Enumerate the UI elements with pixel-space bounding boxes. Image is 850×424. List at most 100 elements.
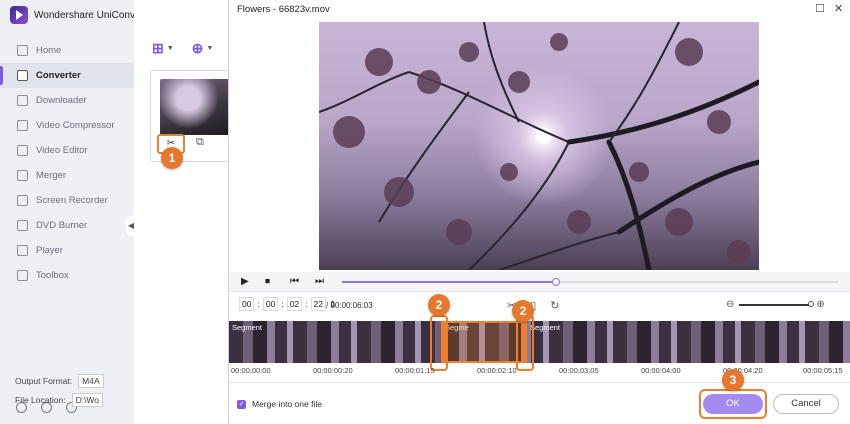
- zoom-in-icon[interactable]: ⊕: [816, 299, 824, 310]
- trim-dialog: Flowers - 66823v.mov ☐ ✕ ▶ ⏹ ⏮ ⏭ 00: 00…: [228, 0, 850, 424]
- merge-icon: [17, 170, 28, 181]
- close-icon[interactable]: ✕: [834, 2, 843, 15]
- video-thumbnail: [160, 79, 231, 135]
- add-media-icon: ⊕: [191, 40, 204, 56]
- merge-checkbox-row[interactable]: ✓ Merge into one file: [237, 399, 322, 409]
- compress-icon: [17, 120, 28, 131]
- output-format-row: Output Format: M4A: [15, 374, 104, 388]
- file-location-field[interactable]: D:\Wo: [71, 393, 104, 407]
- scissors-icon: [17, 145, 28, 156]
- playback-progress-bar[interactable]: [342, 281, 556, 283]
- zoom-out-icon[interactable]: ⊖: [726, 299, 734, 310]
- sidebar-item-label: Downloader: [36, 95, 87, 106]
- time-seconds[interactable]: 02: [286, 297, 303, 311]
- sidebar-item-label: Player: [36, 245, 63, 256]
- timeline-strip[interactable]: Segment Segme Segment: [229, 321, 850, 363]
- zoom-slider[interactable]: [739, 300, 815, 307]
- main-toolbar: ⊞ ▼ ⊕ ▼: [152, 40, 213, 57]
- crop-icon: ⧉: [196, 136, 204, 148]
- reset-icon[interactable]: ↻: [550, 299, 559, 312]
- selected-segment[interactable]: [442, 321, 526, 363]
- download-icon: [17, 95, 28, 106]
- zoom-slider-handle[interactable]: [808, 300, 815, 307]
- play-icon: [17, 245, 28, 256]
- dialog-footer: ✓ Merge into one file OK Cancel: [229, 386, 850, 424]
- time-row: 00: 00: 02: 22 ⇕ / 00:00:06:03 ✂ ▯ ↻ ⊖ ⊕: [229, 293, 850, 317]
- file-location-label: File Location:: [15, 395, 66, 405]
- cancel-button[interactable]: Cancel: [773, 394, 839, 414]
- step-badge: 3: [722, 369, 744, 391]
- ok-button[interactable]: OK: [703, 394, 763, 414]
- sidebar-item-label: Toolbox: [36, 270, 69, 281]
- converter-icon: [17, 70, 28, 81]
- chevron-down-icon: ▼: [206, 45, 214, 52]
- time-ruler: 00:00:00:00 00:00:00:20 00:00:01:15 00:0…: [229, 366, 850, 380]
- playback-progress-handle[interactable]: [552, 278, 560, 286]
- time-frames[interactable]: 22: [310, 297, 326, 311]
- sidebar: Wondershare UniConverter Home Converter …: [0, 0, 156, 424]
- output-format-select[interactable]: M4A: [78, 374, 104, 388]
- next-frame-icon[interactable]: ⏭: [315, 276, 324, 287]
- video-preview: [319, 22, 759, 270]
- current-time-input[interactable]: 00: 00: 02: 22 ⇕: [239, 297, 336, 311]
- time-minutes[interactable]: 00: [262, 297, 279, 311]
- ruler-tick: 00:00:03:05: [559, 366, 599, 375]
- chevron-left-icon: ◀: [127, 221, 135, 230]
- playback-progress-track[interactable]: [556, 281, 838, 283]
- collapse-sidebar-button[interactable]: ◀: [126, 216, 136, 236]
- sidebar-item-label: Video Editor: [36, 145, 88, 156]
- sidebar-item-toolbox[interactable]: Toolbox: [0, 263, 134, 288]
- highlight-right-handle: [516, 315, 534, 371]
- play-icon[interactable]: ▶: [241, 276, 249, 287]
- sidebar-item-label: Home: [36, 45, 62, 56]
- stop-icon[interactable]: ⏹: [265, 276, 270, 287]
- merge-label: Merge into one file: [252, 399, 322, 409]
- add-file-icon: ⊞: [152, 40, 164, 56]
- sidebar-item-label: Video Compressor: [36, 120, 115, 131]
- time-hours[interactable]: 00: [239, 297, 255, 311]
- divider: [229, 382, 850, 383]
- sidebar-item-video-editor[interactable]: Video Editor: [0, 138, 134, 163]
- disc-icon: [17, 220, 28, 231]
- highlight-left-handle: [430, 315, 448, 371]
- app-logo-icon: [10, 6, 28, 24]
- home-icon: [17, 45, 28, 56]
- sidebar-item-home[interactable]: Home: [0, 38, 134, 63]
- sidebar-item-video-compressor[interactable]: Video Compressor: [0, 113, 134, 138]
- maximize-icon[interactable]: ☐: [815, 2, 825, 15]
- add-file-button[interactable]: ⊞ ▼: [152, 40, 174, 57]
- grid-icon: [17, 270, 28, 281]
- sidebar-item-downloader[interactable]: Downloader: [0, 88, 134, 113]
- sidebar-item-merger[interactable]: Merger: [0, 163, 134, 188]
- playback-controls: ▶ ⏹ ⏮ ⏭: [229, 272, 850, 292]
- add-media-button[interactable]: ⊕ ▼: [192, 40, 214, 57]
- ruler-tick: 00:00:01:15: [395, 366, 435, 375]
- dialog-title: Flowers - 66823v.mov: [237, 4, 330, 15]
- previous-frame-icon[interactable]: ⏮: [290, 276, 299, 287]
- sidebar-nav: Home Converter Downloader Video Compress…: [0, 38, 134, 288]
- total-duration: / 00:00:06:03: [326, 301, 373, 310]
- sidebar-item-label: DVD Burner: [36, 220, 88, 231]
- ruler-tick: 00:00:05:15: [803, 366, 843, 375]
- record-icon: [17, 195, 28, 206]
- sidebar-item-label: Screen Recorder: [36, 195, 108, 206]
- file-location-row: File Location: D:\Wo: [15, 393, 104, 407]
- ruler-tick: 00:00:04:00: [641, 366, 681, 375]
- step-badge: 2: [428, 294, 450, 316]
- sidebar-item-screen-recorder[interactable]: Screen Recorder: [0, 188, 134, 213]
- zoom-control: ⊖ ⊕: [726, 299, 825, 310]
- ruler-tick: 00:00:00:00: [231, 366, 271, 375]
- sidebar-item-dvd-burner[interactable]: DVD Burner: [0, 213, 134, 238]
- step-badge: 2: [512, 300, 534, 322]
- sidebar-item-converter[interactable]: Converter: [0, 63, 134, 88]
- segment-label: Segment: [232, 323, 263, 332]
- crop-button[interactable]: ⧉: [196, 136, 204, 149]
- chevron-down-icon: ▼: [166, 45, 174, 52]
- segment-label: Segment: [530, 323, 561, 332]
- sidebar-item-player[interactable]: Player: [0, 238, 134, 263]
- output-format-label: Output Format:: [15, 376, 73, 386]
- step-badge: 1: [161, 147, 183, 169]
- sidebar-item-label: Converter: [36, 70, 81, 81]
- video-preview-area: [229, 20, 850, 272]
- merge-checkbox[interactable]: ✓: [237, 399, 246, 409]
